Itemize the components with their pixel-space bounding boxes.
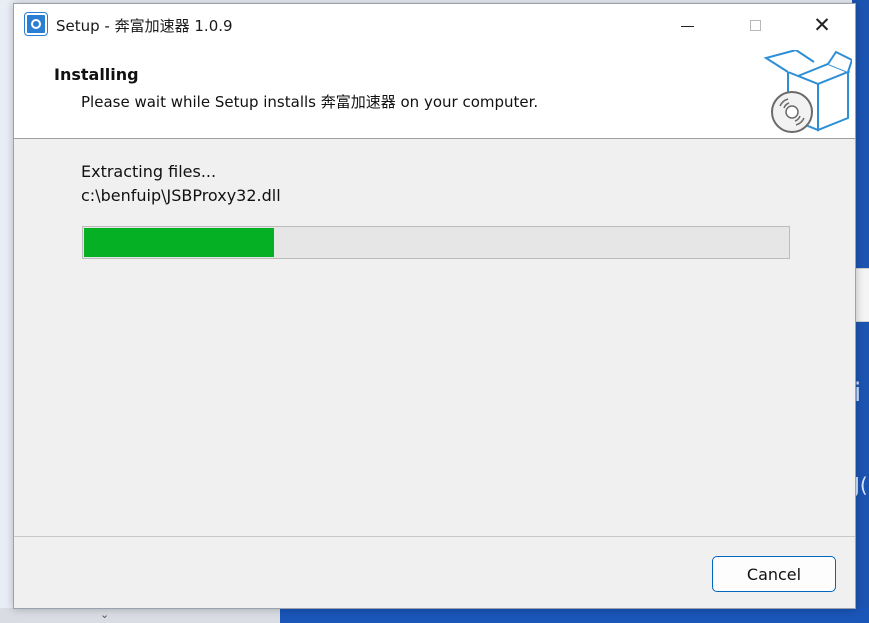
current-file-path: c:\benfuip\JSBProxy32.dll (81, 186, 281, 205)
progress-bar (82, 226, 790, 259)
minimize-button[interactable] (654, 4, 720, 46)
close-button[interactable]: ✕ (789, 4, 855, 46)
chevron-down-icon: ⌄ (100, 608, 110, 621)
background-glyph: J( (854, 473, 868, 497)
progress-fill (84, 228, 274, 257)
status-label: Extracting files... (81, 162, 217, 181)
window-title: Setup - 奔富加速器 1.0.9 (56, 17, 233, 35)
setup-window: Setup - 奔富加速器 1.0.9 ✕ Installing Please … (13, 3, 856, 609)
minimize-icon (680, 25, 694, 27)
cancel-button[interactable]: Cancel (712, 556, 836, 592)
background-glyph: i (854, 380, 862, 406)
app-icon (24, 12, 48, 36)
footer-divider (14, 536, 855, 537)
maximize-button (722, 4, 788, 46)
background-taskbar-edge: ⌄ (0, 608, 869, 623)
page-subtitle: Please wait while Setup installs 奔富加速器 o… (81, 93, 539, 111)
wizard-header: Installing Please wait while Setup insta… (14, 46, 855, 139)
install-box-icon (763, 50, 852, 133)
page-title: Installing (54, 65, 139, 84)
background-panel: ⌄ (0, 608, 280, 623)
wizard-body: Extracting files... c:\benfuip\JSBProxy3… (14, 139, 855, 536)
title-bar[interactable]: Setup - 奔富加速器 1.0.9 ✕ (14, 4, 855, 46)
close-icon: ✕ (813, 12, 831, 37)
maximize-icon (749, 19, 761, 31)
